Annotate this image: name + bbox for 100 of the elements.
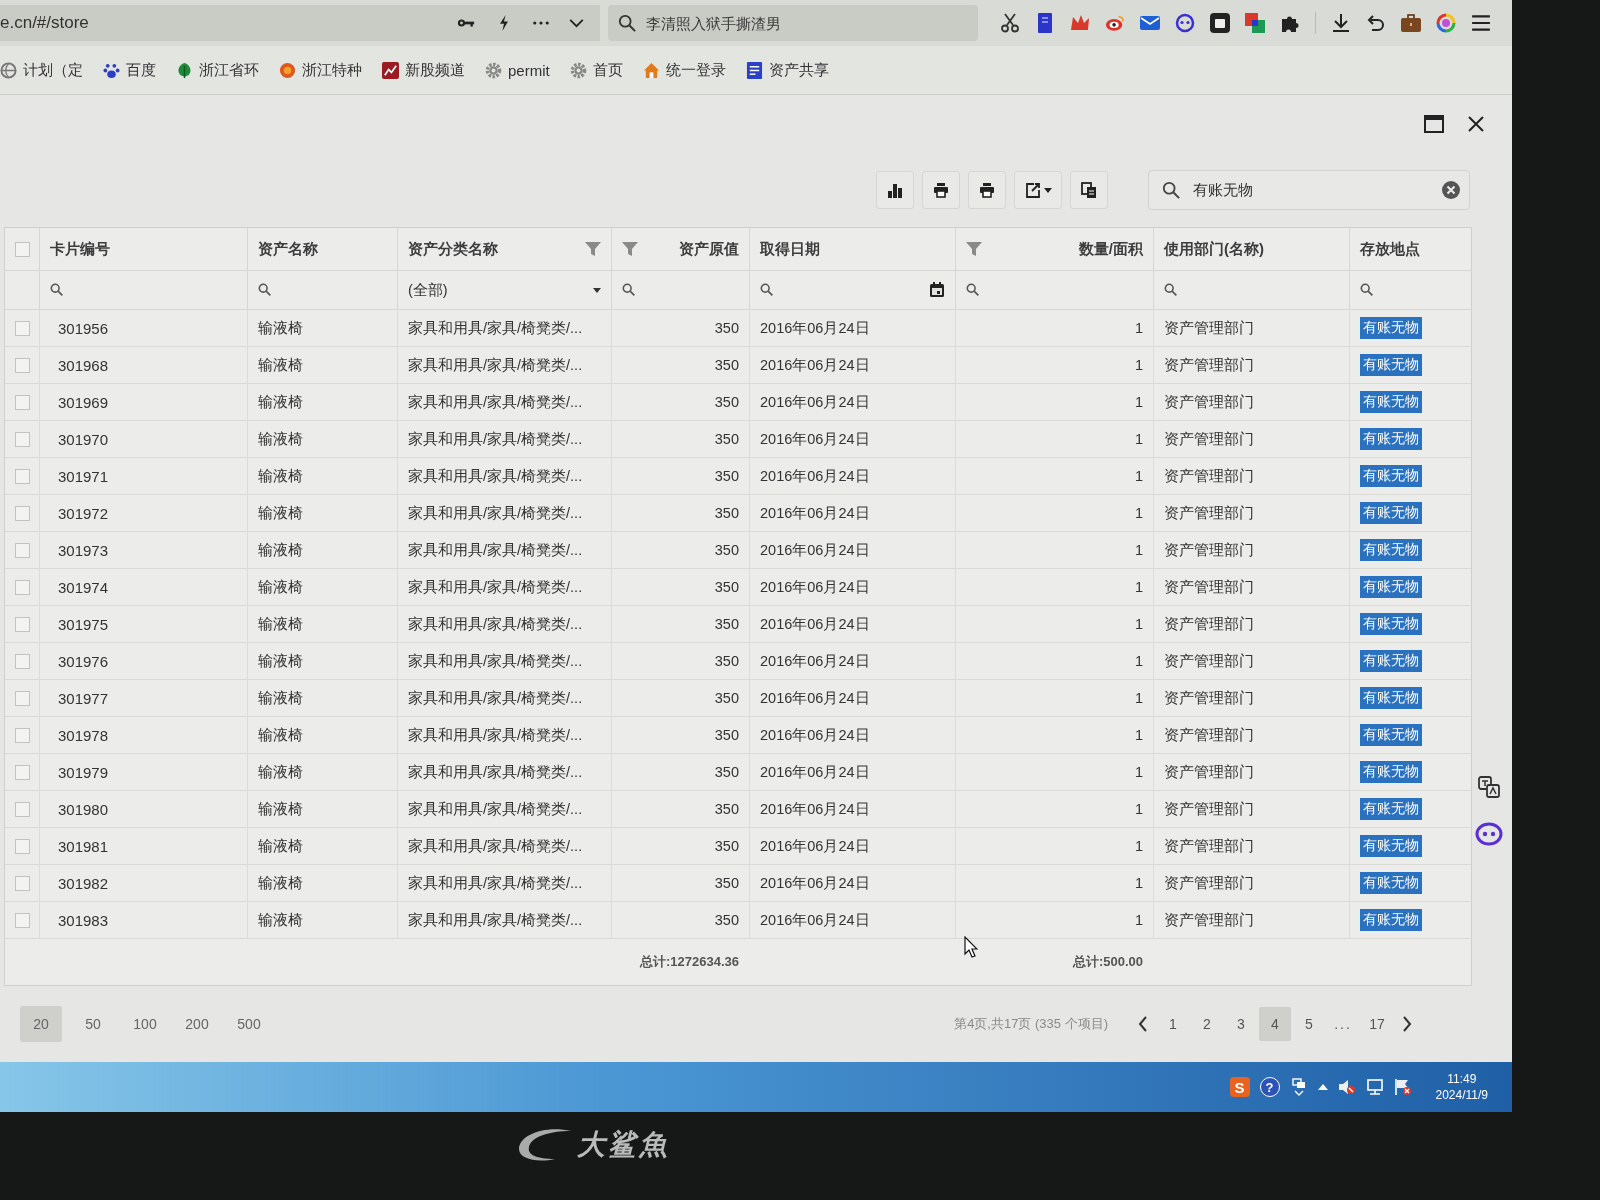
flag-icon[interactable]: [1393, 1078, 1412, 1096]
face-icon[interactable]: [1175, 13, 1195, 33]
chevron-right-icon: [1402, 1016, 1412, 1032]
export-button[interactable]: [1014, 171, 1062, 209]
row-checkbox[interactable]: [14, 912, 30, 928]
row-checkbox[interactable]: [14, 653, 30, 669]
table-cell: 有账无物: [1360, 724, 1422, 746]
table-cell: 1: [955, 384, 1153, 420]
row-checkbox[interactable]: [14, 875, 30, 891]
filter-icon[interactable]: [622, 241, 638, 257]
row-checkbox[interactable]: [14, 357, 30, 373]
table-cell: 1: [955, 495, 1153, 531]
translate-icon[interactable]: [1478, 776, 1500, 798]
print-button[interactable]: [968, 171, 1006, 209]
column-header[interactable]: 卡片编号: [39, 228, 247, 270]
tile-icon[interactable]: [1210, 13, 1230, 33]
table-cell: 2016年06月24日: [749, 310, 955, 346]
close-button[interactable]: [1466, 115, 1486, 133]
bookmark-link[interactable]: 新股频道: [382, 60, 465, 80]
row-checkbox[interactable]: [14, 468, 30, 484]
chevron-down-icon[interactable]: [569, 18, 584, 28]
row-checkbox[interactable]: [14, 801, 30, 817]
caret-up-icon[interactable]: [1317, 1084, 1328, 1090]
row-checkbox[interactable]: [14, 764, 30, 780]
bookmark-link[interactable]: 资产共享: [745, 60, 829, 80]
network-computer-icon[interactable]: [1365, 1078, 1384, 1096]
page-size-button[interactable]: 500: [228, 1006, 270, 1042]
row-checkbox[interactable]: [14, 431, 30, 447]
ring-icon[interactable]: [1436, 13, 1456, 33]
page-size-button[interactable]: 50: [72, 1006, 114, 1042]
speaker-muted-icon[interactable]: [1337, 1078, 1356, 1096]
bookmark-link[interactable]: permit: [485, 61, 550, 79]
calendar-icon[interactable]: [929, 282, 945, 298]
clear-button[interactable]: [1442, 181, 1460, 199]
menu-icon[interactable]: [1471, 13, 1491, 33]
column-header[interactable]: 资产分类名称: [397, 228, 611, 270]
more-icon[interactable]: [533, 21, 549, 25]
column-header[interactable]: 取得日期: [749, 228, 955, 270]
table-cell: 有账无物: [1360, 613, 1422, 635]
copy-button[interactable]: [1070, 171, 1108, 209]
bookmark-link[interactable]: 首页: [569, 60, 623, 80]
eye-icon[interactable]: [1105, 13, 1125, 33]
house-icon: [642, 61, 660, 79]
book-icon[interactable]: [1035, 13, 1055, 33]
mail-icon[interactable]: [1140, 13, 1160, 33]
row-checkbox[interactable]: [14, 690, 30, 706]
help-indicator[interactable]: ?: [1259, 1077, 1280, 1097]
column-header[interactable]: 存放地点: [1349, 228, 1471, 270]
row-checkbox[interactable]: [14, 727, 30, 743]
row-checkbox[interactable]: [14, 542, 30, 558]
table-cell: 1: [955, 532, 1153, 568]
tile-icon[interactable]: [1245, 13, 1265, 33]
row-checkbox[interactable]: [14, 838, 30, 854]
undo-icon[interactable]: [1366, 13, 1386, 33]
address-field[interactable]: e.cn/#/store: [0, 5, 600, 41]
filter-icon[interactable]: [966, 241, 982, 257]
bookmark-link[interactable]: 浙江特种: [279, 60, 362, 80]
bookmark-link[interactable]: 统一登录: [642, 60, 726, 80]
select-all-checkbox[interactable]: [14, 241, 30, 257]
briefcase-icon[interactable]: [1401, 13, 1421, 33]
table-cell: 资产管理部门: [1153, 458, 1349, 494]
caret-icon: [593, 287, 601, 293]
grid-search-field[interactable]: 有账无物: [1148, 170, 1470, 210]
row-checkbox[interactable]: [14, 579, 30, 595]
filter-icon[interactable]: [585, 241, 601, 257]
browser-search-field[interactable]: 李清照入狱手撕渣男: [608, 5, 978, 41]
page-size-button[interactable]: 200: [176, 1006, 218, 1042]
page-button[interactable]: 5: [1293, 1007, 1325, 1041]
table-cell: 资产管理部门: [1153, 643, 1349, 679]
chart-button[interactable]: [876, 171, 914, 209]
crown-icon[interactable]: [1070, 13, 1090, 33]
gear-icon: [569, 61, 587, 79]
table-cell: 家具和用具/家具/椅凳类/...: [397, 569, 611, 605]
page-size-button[interactable]: 20: [20, 1006, 62, 1042]
page-button[interactable]: 1: [1157, 1007, 1189, 1041]
page-button[interactable]: 2: [1191, 1007, 1223, 1041]
row-checkbox[interactable]: [14, 505, 30, 521]
page-button[interactable]: 3: [1225, 1007, 1257, 1041]
page-button[interactable]: 17: [1361, 1007, 1393, 1041]
column-header[interactable]: 资产原值: [611, 228, 749, 270]
table-cell: 301971: [39, 458, 247, 494]
windows-stack-icon[interactable]: [1289, 1078, 1308, 1096]
bookmark-link[interactable]: 百度: [103, 60, 156, 80]
bookmark-link[interactable]: 计划（定: [0, 60, 83, 80]
bookmark-link[interactable]: 浙江省环: [176, 60, 259, 80]
page-size-button[interactable]: 100: [124, 1006, 166, 1042]
row-checkbox[interactable]: [14, 616, 30, 632]
page-button[interactable]: 4: [1259, 1007, 1291, 1041]
scissors-icon[interactable]: [1000, 13, 1020, 33]
print-button[interactable]: [922, 171, 960, 209]
row-checkbox[interactable]: [14, 394, 30, 410]
row-checkbox[interactable]: [14, 320, 30, 336]
download-icon[interactable]: [1331, 13, 1351, 33]
column-header[interactable]: 数量/面积: [955, 228, 1153, 270]
column-header[interactable]: 使用部门(名称): [1153, 228, 1349, 270]
column-header[interactable]: 资产名称: [247, 228, 397, 270]
face-icon[interactable]: [1475, 822, 1503, 846]
maximize-button[interactable]: [1424, 115, 1444, 133]
document-icon: [745, 61, 763, 79]
filter-dropdown[interactable]: (全部): [398, 271, 611, 309]
